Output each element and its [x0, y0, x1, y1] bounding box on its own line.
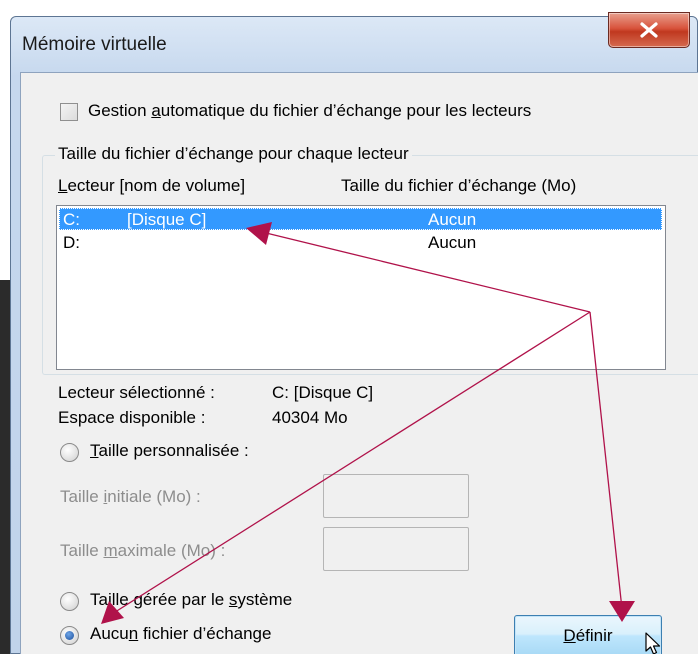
close-button[interactable] [608, 12, 690, 48]
free-space-label: Espace disponible : [58, 408, 206, 427]
no-paging-file-radio[interactable] [60, 626, 79, 645]
window-title: Mémoire virtuelle [22, 34, 167, 55]
drive-row-c[interactable]: C: [Disque C] Aucun [59, 208, 662, 230]
initial-size-input[interactable] [323, 474, 469, 518]
column-header-drive: Lecteur [nom de volume] [58, 176, 246, 195]
drive-listbox[interactable]: C: [Disque C] Aucun D: Aucun [56, 205, 666, 370]
no-paging-file-label[interactable]: Aucun fichier d’échange [90, 624, 271, 644]
drive-letter: D: [63, 233, 80, 252]
auto-manage-label[interactable]: Gestion automatique du fichier d’échange… [88, 101, 531, 121]
close-icon [640, 22, 658, 38]
initial-size-label: Taille initiale (Mo) : [60, 487, 201, 506]
focus-rectangle [59, 208, 662, 230]
system-managed-label[interactable]: Taille gérée par le système [90, 590, 292, 610]
drive-row-d[interactable]: D: Aucun [59, 231, 662, 253]
define-button[interactable]: Définir [514, 615, 662, 654]
group-title: Taille du fichier d’échange pour chaque … [55, 144, 412, 164]
selected-drive-label: Lecteur sélectionné : [58, 383, 215, 402]
column-header-size: Taille du fichier d’échange (Mo) [341, 176, 577, 195]
custom-size-radio[interactable] [60, 443, 79, 462]
max-size-label: Taille maximale (Mo) : [60, 541, 226, 560]
custom-size-label[interactable]: Taille personnalisée : [90, 441, 249, 461]
drive-paging-size: Aucun [428, 233, 477, 252]
auto-manage-checkbox[interactable] [60, 103, 78, 121]
max-size-input[interactable] [323, 527, 469, 571]
screenshot: Mémoire virtuelle Gestion automatique du… [0, 0, 698, 654]
background-window-edge [0, 280, 10, 654]
system-managed-radio[interactable] [60, 592, 79, 611]
selected-drive-value: C: [Disque C] [272, 383, 374, 402]
mouse-pointer-icon [645, 632, 661, 654]
free-space-value: 40304 Mo [272, 408, 348, 427]
